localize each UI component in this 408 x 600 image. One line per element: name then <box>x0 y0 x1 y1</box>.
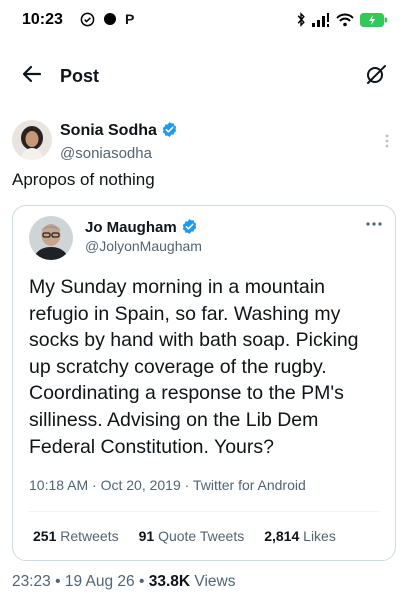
quote-tweets-label: Quote Tweets <box>158 528 245 544</box>
retweets-count: 251 <box>33 528 57 544</box>
avatar-photo-sonia <box>12 120 52 160</box>
author-handle[interactable]: @soniasodha <box>60 145 152 162</box>
quoted-author-name[interactable]: Jo Maugham <box>85 218 198 236</box>
likes-count: 2,814 <box>264 528 300 544</box>
arrow-left-icon[interactable] <box>20 62 44 86</box>
divider <box>29 511 379 512</box>
post-date: 19 Aug 26 <box>64 573 135 590</box>
author-name[interactable]: Sonia Sodha <box>60 121 178 140</box>
status-time: 10:23 <box>22 11 63 28</box>
battery-charging-icon <box>360 12 387 27</box>
grok-icon[interactable] <box>364 62 388 86</box>
wifi-icon <box>336 13 354 26</box>
quoted-author-handle[interactable]: @JolyonMaugham <box>85 238 202 254</box>
status-right-icons <box>296 12 388 27</box>
retweets-label: Retweets <box>60 528 119 544</box>
views-count: 33.8K <box>148 573 191 590</box>
quoted-tweet-text: My Sunday morning in a mountain refugio … <box>29 276 359 458</box>
retweets-stat[interactable]: 251 Retweets <box>33 528 119 544</box>
quoted-author-avatar[interactable] <box>29 216 73 260</box>
more-vertical-icon[interactable] <box>380 133 394 149</box>
likes-stat[interactable]: 2,814 Likes <box>264 528 336 544</box>
status-left-icons: P <box>80 11 134 27</box>
top-bar: Post <box>0 58 408 96</box>
dot-icon <box>104 13 116 25</box>
post-text: Apropos of nothing <box>12 170 155 189</box>
signal-icon <box>312 12 329 27</box>
likes-label: Likes <box>303 528 336 544</box>
quoted-tweet-card[interactable]: Jo Maugham @JolyonMaugham My Sunday morn… <box>12 205 396 561</box>
page-title: Post <box>60 66 100 86</box>
verified-badge-icon <box>162 122 177 137</box>
post-footer: 23:23 • 19 Aug 26 • 33.8K Views <box>12 573 236 590</box>
p-indicator: P <box>125 11 135 27</box>
quote-tweets-count: 91 <box>138 528 155 544</box>
bluetooth-icon <box>297 12 305 27</box>
quoted-author-name-text: Jo Maugham <box>85 219 177 236</box>
avatar-photo-jo <box>29 216 73 260</box>
status-bar: 10:23 P <box>0 0 408 44</box>
quote-tweets-stat[interactable]: 91 Quote Tweets <box>139 528 245 544</box>
author-name-text: Sonia Sodha <box>60 122 157 139</box>
quoted-tweet-stats: 251 Retweets 91 Quote Tweets 2,814 Likes <box>33 528 336 544</box>
quoted-verified-badge-icon <box>182 219 196 234</box>
author-avatar[interactable] <box>12 120 52 160</box>
more-horizontal-icon[interactable] <box>365 220 383 228</box>
views-label: Views <box>194 573 236 590</box>
check-circle-icon <box>80 12 95 26</box>
quoted-tweet-meta: 10:18 AM · Oct 20, 2019 · Twitter for An… <box>29 477 306 493</box>
post-time: 23:23 <box>12 573 51 590</box>
